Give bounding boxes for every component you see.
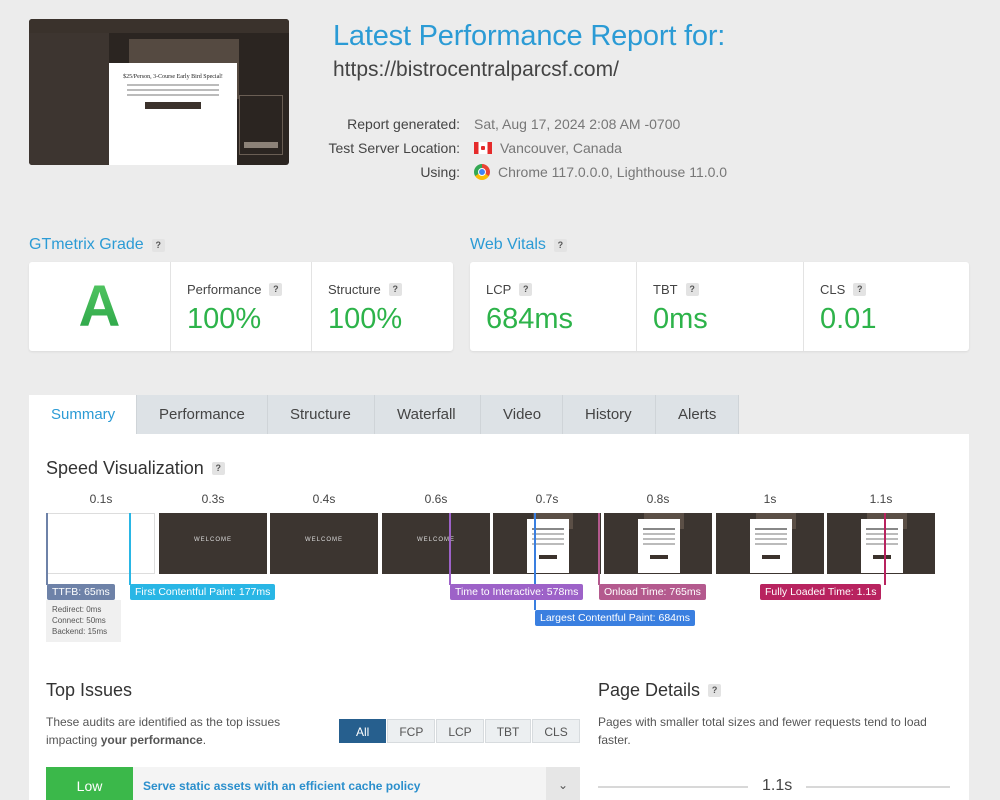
help-icon[interactable]: ?: [685, 283, 699, 296]
lcp-tag: Largest Contentful Paint: 684ms: [535, 610, 696, 626]
structure-value: 100%: [328, 303, 403, 335]
frame-time: 0.8s: [646, 492, 670, 506]
video-frame[interactable]: [493, 513, 601, 574]
video-frame[interactable]: WELCOME: [270, 513, 378, 574]
video-frame[interactable]: [604, 513, 712, 574]
fully-loaded-time-value: 1.1s: [748, 777, 807, 795]
performance-label: Performance: [187, 282, 262, 297]
frame-time: 0.3s: [201, 492, 225, 506]
frame-time: 0.1s: [89, 492, 113, 506]
structure-label: Structure: [328, 282, 381, 297]
chevron-down-icon[interactable]: ⌄: [546, 767, 580, 800]
performance-value: 100%: [187, 303, 262, 335]
cls-value: 0.01: [820, 303, 877, 335]
cls-label: CLS: [820, 282, 846, 297]
frame-time: 0.6s: [424, 492, 448, 506]
frame-time: 0.7s: [535, 492, 559, 506]
tbt-cell: TBT? 0ms: [637, 262, 804, 351]
video-frame[interactable]: [827, 513, 935, 574]
tab-summary[interactable]: Summary: [29, 395, 137, 434]
lcp-label: LCP: [486, 282, 512, 297]
report-generated-label: Report generated:: [347, 116, 460, 132]
canada-flag-icon: [474, 142, 492, 154]
tti-marker-line: [449, 513, 451, 585]
page-details-description: Pages with smaller total sizes and fewer…: [598, 715, 927, 747]
structure-cell: Structure? 100%: [312, 262, 453, 351]
filter-tbt-button[interactable]: TBT: [484, 719, 532, 743]
thumbnail-modal: $25/Person, 3-Course Early Bird Special!: [109, 63, 237, 165]
site-screenshot-thumbnail: $25/Person, 3-Course Early Bird Special!: [29, 19, 289, 165]
frame-time: 1.1s: [869, 492, 893, 506]
filter-fcp-button[interactable]: FCP: [387, 719, 436, 743]
grade-letter-cell: A: [29, 262, 171, 351]
thumbnail-modal-text: $25/Person, 3-Course Early Bird Special!: [123, 74, 223, 80]
ttfb-tag: TTFB: 65ms: [47, 584, 115, 600]
tab-history[interactable]: History: [563, 395, 656, 434]
tab-alerts[interactable]: Alerts: [656, 395, 739, 434]
lcp-value: 684ms: [486, 303, 574, 335]
filter-cls-button[interactable]: CLS: [532, 719, 580, 743]
server-location-value: Vancouver, Canada: [474, 140, 622, 156]
fcp-marker-line: [129, 513, 131, 585]
lcp-cell: LCP? 684ms: [470, 262, 637, 351]
report-generated-value: Sat, Aug 17, 2024 2:08 AM -0700: [474, 116, 681, 132]
help-icon[interactable]: ?: [708, 684, 722, 697]
video-frame[interactable]: WELCOME: [159, 513, 267, 574]
using-label: Using:: [420, 164, 460, 180]
video-frame[interactable]: WELCOME: [382, 513, 490, 574]
onload-marker-line: [598, 513, 600, 585]
grade-letter: A: [29, 262, 170, 352]
issue-filter-group: All FCP LCP TBT CLS: [339, 719, 581, 743]
filter-all-button[interactable]: All: [339, 719, 387, 743]
web-vitals-title: Web Vitals?: [470, 236, 567, 254]
fully-loaded-marker-line: [884, 513, 886, 585]
tab-video[interactable]: Video: [481, 395, 563, 434]
help-icon[interactable]: ?: [151, 238, 165, 252]
ttfb-breakdown: Redirect: 0ms Connect: 50ms Backend: 15m…: [46, 600, 121, 642]
performance-cell: Performance? 100%: [171, 262, 312, 351]
help-icon[interactable]: ?: [269, 283, 283, 296]
issue-severity-badge: Low: [46, 767, 133, 800]
issue-row[interactable]: Low Serve static assets with an efficien…: [46, 767, 580, 800]
report-tabs: Summary Performance Structure Waterfall …: [29, 395, 739, 434]
report-title: Latest Performance Report for:: [333, 20, 726, 52]
tab-structure[interactable]: Structure: [268, 395, 375, 434]
speed-visualization-title: Speed Visualization?: [46, 458, 225, 479]
tab-performance[interactable]: Performance: [137, 395, 268, 434]
video-frame[interactable]: [716, 513, 824, 574]
help-icon[interactable]: ?: [211, 462, 225, 475]
help-icon[interactable]: ?: [388, 283, 402, 296]
filter-lcp-button[interactable]: LCP: [436, 719, 484, 743]
gtmetrix-grade-title: GTmetrix Grade?: [29, 236, 165, 254]
fcp-tag: First Contentful Paint: 177ms: [130, 584, 276, 600]
video-frame[interactable]: [47, 513, 155, 574]
ttfb-redirect: Redirect: 0ms: [52, 605, 102, 614]
report-url[interactable]: https://bistrocentralparcsf.com/: [333, 58, 619, 82]
ttfb-backend: Backend: 15ms: [52, 627, 108, 636]
help-icon[interactable]: ?: [553, 238, 567, 252]
frame-time: 0.4s: [312, 492, 336, 506]
tti-tag: Time to Interactive: 578ms: [450, 584, 584, 600]
tab-waterfall[interactable]: Waterfall: [375, 395, 481, 434]
help-icon[interactable]: ?: [519, 283, 533, 296]
using-value: Chrome 117.0.0.0, Lighthouse 11.0.0: [474, 164, 727, 180]
onload-tag: Onload Time: 765ms: [599, 584, 706, 600]
chrome-icon: [474, 164, 490, 180]
help-icon[interactable]: ?: [853, 283, 867, 296]
top-issues-description: These audits are identified as the top i…: [46, 715, 281, 747]
grade-card: A Performance? 100% Structure? 100%: [29, 262, 453, 351]
cls-cell: CLS? 0.01: [804, 262, 969, 351]
ttfb-marker-line: [46, 513, 48, 585]
fully-loaded-tag: Fully Loaded Time: 1.1s: [760, 584, 882, 600]
frame-time: 1s: [763, 492, 777, 506]
issue-title[interactable]: Serve static assets with an efficient ca…: [133, 767, 546, 800]
web-vitals-card: LCP? 684ms TBT? 0ms CLS? 0.01: [470, 262, 969, 351]
tbt-value: 0ms: [653, 303, 708, 335]
tbt-label: TBT: [653, 282, 678, 297]
page-details-title: Page Details?: [598, 680, 722, 701]
server-location-label: Test Server Location:: [328, 140, 460, 156]
top-issues-title: Top Issues: [46, 680, 133, 700]
ttfb-connect: Connect: 50ms: [52, 616, 106, 625]
